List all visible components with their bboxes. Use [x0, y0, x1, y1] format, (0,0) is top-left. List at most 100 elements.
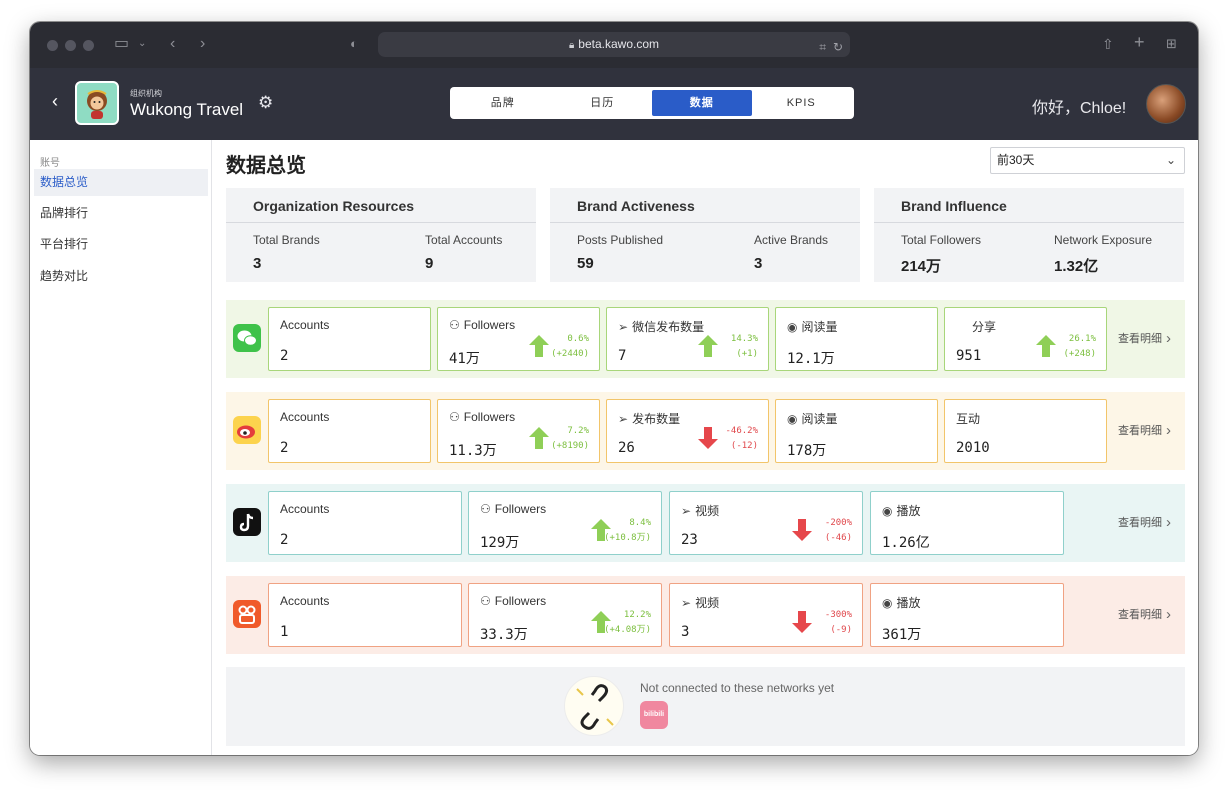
send-icon: ➢	[681, 596, 692, 610]
metric-card: ➢ 视频 3 -300% (-9)	[669, 583, 863, 647]
change-percent: -200%	[824, 518, 852, 528]
change-percent: 0.6%	[567, 334, 589, 344]
metric-label: ➢ 发布数量	[618, 410, 680, 427]
minimize-window-button[interactable]	[65, 40, 76, 51]
change-indicator: 8.4% (+10.8万)	[604, 516, 651, 546]
metric-label: ➢ 微信发布数量	[618, 318, 704, 335]
metric-label-text: Followers	[463, 410, 516, 424]
view-details-label: 查看明细	[1118, 333, 1162, 345]
tab-calendar[interactable]: 日历	[553, 90, 653, 116]
close-window-button[interactable]	[47, 40, 58, 51]
wechat-icon	[233, 324, 261, 352]
stat-value: 9	[425, 255, 434, 272]
sidebar-item-brand-ranking[interactable]: 品牌排行	[34, 200, 208, 227]
arrow-up-icon	[698, 335, 718, 357]
divider	[874, 222, 1184, 223]
followers-icon: ⚇	[480, 502, 491, 516]
metric-value: 12.1万	[787, 351, 835, 367]
metric-card: 互动 2010	[944, 399, 1107, 463]
share-icon[interactable]: ⇧	[1102, 34, 1114, 54]
sidebar-toggle-icon[interactable]: ▭	[114, 34, 129, 54]
arrow-down-icon	[698, 427, 718, 449]
sidebar-item-overview[interactable]: 数据总览	[34, 169, 208, 196]
divider	[226, 222, 536, 223]
send-icon: ➢	[618, 412, 629, 426]
change-absolute: (+1)	[736, 349, 758, 359]
metric-label-text: 视频	[695, 596, 720, 610]
address-bar[interactable]: 🔒︎ beta.kawo.com ⌗ ↻	[378, 32, 850, 57]
network-row: Accounts 2 ⚇ Followers 11.3万 7.2% (+8190) ➢ 发布数量…	[226, 392, 1185, 470]
forward-arrow-icon[interactable]: ›	[200, 34, 205, 54]
summary-title: Brand Activeness	[577, 198, 695, 214]
chevron-right-icon: ›	[1166, 514, 1171, 531]
new-tab-icon[interactable]: +	[1134, 32, 1145, 52]
stat-value: 59	[577, 255, 594, 272]
weibo-icon	[233, 416, 261, 444]
zoom-window-button[interactable]	[83, 40, 94, 51]
network-row: Accounts 2 ⚇ Followers 41万 0.6% (+2440) ➢ 微信发布数量…	[226, 300, 1185, 378]
change-absolute: (+4.08万)	[604, 625, 651, 635]
summary-title: Brand Influence	[901, 198, 1007, 214]
metric-label-text: 视频	[695, 504, 720, 518]
change-absolute: (+2440)	[551, 349, 589, 359]
view-details-link[interactable]: 查看明细 ›	[1118, 422, 1171, 439]
tab-kpis[interactable]: KPIS	[752, 90, 852, 116]
translate-icon[interactable]: ⌗	[819, 35, 826, 60]
chevron-right-icon: ›	[1166, 330, 1171, 347]
reload-icon[interactable]: ↻	[833, 35, 843, 60]
view-details-label: 查看明细	[1118, 425, 1162, 437]
metric-value: 951	[956, 348, 982, 364]
metric-card: ◉ 播放 361万	[870, 583, 1064, 647]
view-details-link[interactable]: 查看明细 ›	[1118, 606, 1171, 623]
metric-label-text: 分享	[972, 320, 997, 334]
sidebar-item-platform-ranking[interactable]: 平台排行	[34, 231, 208, 258]
sidebar-item-trend-compare[interactable]: 趋势对比	[34, 263, 208, 290]
main-nav-tabs: 品牌 日历 数据 KPIS	[450, 87, 854, 119]
metric-label-text: Accounts	[280, 318, 330, 332]
change-indicator: 7.2% (+8190)	[551, 424, 589, 454]
change-percent: 14.3%	[730, 334, 758, 344]
arrow-up-icon	[1036, 335, 1056, 357]
metric-label: Accounts	[280, 594, 329, 608]
gear-icon[interactable]: ⚙	[258, 93, 273, 113]
metric-value: 361万	[882, 627, 922, 643]
metric-value: 1	[280, 624, 289, 640]
tab-brand[interactable]: 品牌	[453, 90, 553, 116]
avatar[interactable]	[1146, 84, 1186, 124]
metric-label-text: 阅读量	[801, 412, 838, 426]
metric-value: 129万	[480, 535, 520, 551]
change-percent: 12.2%	[623, 610, 651, 620]
followers-icon: ⚇	[449, 410, 460, 424]
metric-value: 11.3万	[449, 443, 497, 459]
chevron-right-icon: ›	[1166, 422, 1171, 439]
view-details-link[interactable]: 查看明细 ›	[1118, 514, 1171, 531]
back-arrow-icon[interactable]: ‹	[170, 34, 175, 54]
kuaishou-icon	[233, 600, 261, 628]
metric-label-text: Accounts	[280, 410, 330, 424]
view-details-label: 查看明细	[1118, 517, 1162, 529]
metric-label-text: 阅读量	[801, 320, 838, 334]
lock-icon: 🔒︎	[568, 40, 575, 51]
view-details-link[interactable]: 查看明细 ›	[1118, 330, 1171, 347]
metric-value: 33.3万	[480, 627, 528, 643]
change-absolute: (-46)	[824, 533, 852, 543]
date-range-select[interactable]: 前30天 ⌄	[990, 147, 1185, 174]
metric-label: ◉ 阅读量	[787, 318, 838, 335]
tab-overview-icon[interactable]: ⊞	[1166, 34, 1177, 54]
privacy-shield-icon[interactable]: ◐	[350, 34, 358, 54]
chevron-down-icon[interactable]: ⌄	[138, 34, 146, 54]
metric-card: ⚇ Followers 41万 0.6% (+2440)	[437, 307, 600, 371]
view-details-label: 查看明细	[1118, 609, 1162, 621]
metric-label: 互动	[956, 410, 980, 427]
change-indicator: -46.2% (-12)	[725, 424, 758, 454]
org-name: Wukong Travel	[130, 100, 244, 119]
back-chevron-icon[interactable]: ‹	[52, 91, 58, 112]
bilibili-icon[interactable]: bilibili	[640, 701, 668, 729]
metric-label-text: Followers	[494, 502, 547, 516]
metric-label: Accounts	[280, 502, 329, 516]
arrow-down-icon	[792, 611, 812, 633]
tab-data[interactable]: 数据	[652, 90, 752, 116]
stat-value: 3	[754, 255, 763, 272]
stat-value: 214万	[901, 258, 942, 275]
followers-icon: ⚇	[449, 318, 460, 332]
